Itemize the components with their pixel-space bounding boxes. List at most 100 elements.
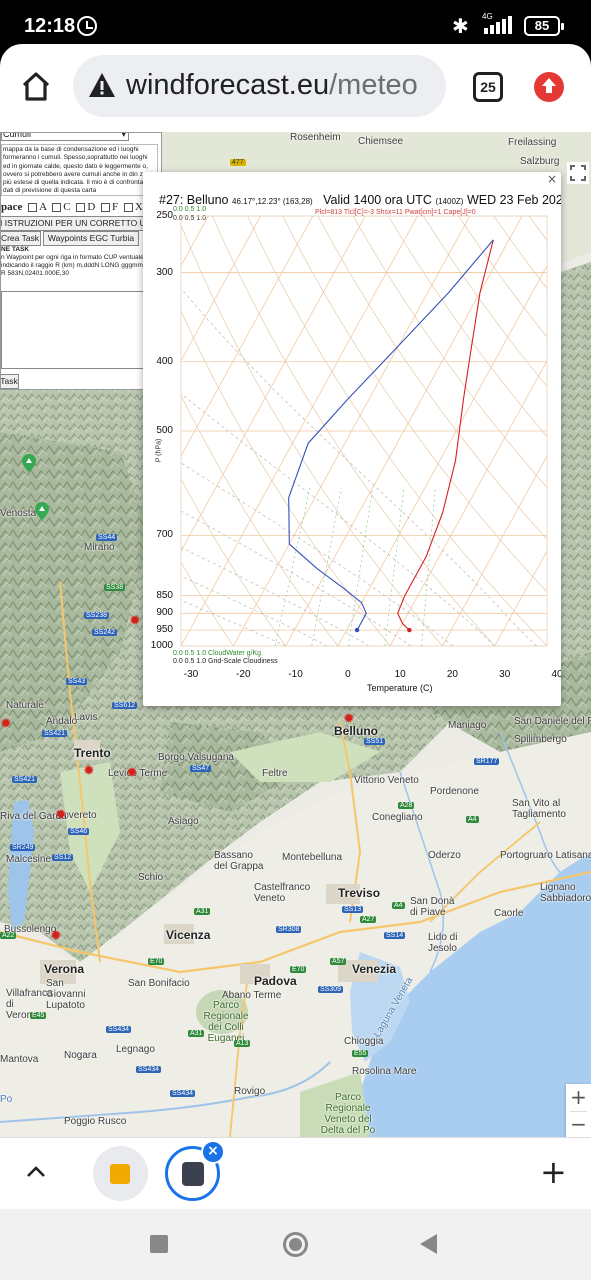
isotherm-line [546,645,547,646]
home-button[interactable] [16,66,56,106]
waypoints-textarea[interactable] [1,291,157,369]
active-tab-thumbnail[interactable]: × [165,1140,225,1201]
map-label: San Daniele del Friuli [514,716,591,727]
space-checkbox-x[interactable] [123,202,133,212]
map-label: Castelfranco Veneto [254,882,311,904]
pressure-tick-label: 500 [156,425,173,436]
map-view[interactable]: Rosenheim Chiemsee Freilassing Salzburg … [0,132,591,1137]
pressure-tick-label: 700 [156,529,173,541]
map-label: Chioggia [344,1036,384,1047]
fullscreen-button[interactable] [567,162,589,184]
update-available-icon[interactable] [534,72,564,102]
space-checkbox-f[interactable] [101,202,111,212]
map-label: Treviso [338,886,381,900]
sounding-popup: × #27: Belluno 46.17°,12.23° (163,28) Va… [143,172,561,706]
tab-group-bar: × + [0,1137,591,1209]
road-shield: SS51 [364,738,386,745]
map-label: Mirano [84,542,115,553]
sounding-marker[interactable]: ✹ [55,808,67,822]
space-checkbox-c[interactable] [52,202,62,212]
status-time: 12:18 [24,15,76,37]
map-label: Po [0,1094,13,1105]
space-label: pace [1,201,23,213]
mixing-ratio-line [347,487,374,646]
road-shield: A27 [360,916,377,923]
sounding-marker[interactable]: ✹ [343,712,355,726]
instructions-button[interactable]: I ISTRUZIONI PER UN CORRETTO USO [1,216,155,231]
road-shield: SR177 [474,758,500,765]
map-label: Maniago [448,720,487,731]
home-nav-button[interactable] [283,1232,308,1257]
pressure-tick-label: 950 [156,624,173,636]
recents-button[interactable] [150,1235,168,1253]
zoom-out-button[interactable]: − [566,1111,591,1137]
space-checkbox-a[interactable] [28,202,38,212]
sounding-marker[interactable]: ✹ [0,717,12,731]
create-task-button[interactable]: Crea Task [1,231,41,246]
map-label: Oderzo [428,850,461,861]
mixing-ratio-line [384,487,405,646]
map-label: Pordenone [430,786,479,797]
chevron-up-icon[interactable] [24,1160,48,1184]
tab-switcher-button[interactable]: 25 [473,72,503,102]
map-label: Asiago [168,816,199,827]
y-axis-label: P (hPa) [155,438,163,463]
road-shield: A22 [0,932,17,939]
map-label: Vicenza [166,928,211,942]
map-pin-icon[interactable] [35,502,49,520]
zoom-in-button[interactable]: + [566,1084,591,1111]
map-pin-icon[interactable] [22,454,36,472]
not-secure-warning-icon [89,73,115,97]
road-shield: SS14 [384,932,406,939]
pressure-tick-label: 250 [156,210,173,221]
back-button[interactable] [420,1234,437,1254]
road-shield: SS421 [42,730,68,737]
close-tab-icon[interactable]: × [201,1140,225,1164]
map-label: San Bonifacio [128,978,190,989]
space-checkbox-d[interactable] [76,202,86,212]
new-tab-button[interactable]: + [540,1156,567,1188]
skew-t-chart [180,215,548,647]
pressure-tick-label: 900 [156,607,173,619]
temperature-tick-label: -10 [288,669,303,680]
map-label: Rosenheim [290,132,341,143]
road-shield: E55 [352,1050,369,1057]
dewpoint-surface-point [354,627,360,633]
map-label: Lignano Sabbiadoro [540,882,591,904]
map-label: Lido di Jesolo [428,932,458,954]
sounding-marker[interactable]: ✹ [129,614,141,628]
pressure-tick-label: 1000 [150,640,173,651]
site-favicon-icon [182,1162,204,1186]
road-shield: A13 [234,1040,251,1047]
space-option-label: X [134,201,143,213]
road-shield: SS44 [96,534,118,541]
temperature-surface-point [407,627,412,633]
browser-toolbar: windforecast.eu/meteo 25 [0,44,591,132]
sounding-marker[interactable]: ✹ [83,764,95,778]
task-section-title: NE TASK [1,246,30,253]
map-label: Rovigo [234,1086,266,1097]
temperature-tick-label: 20 [446,669,458,680]
map-label: Andalo [46,716,78,727]
sounding-marker[interactable]: ✹ [50,929,62,943]
site-favicon-icon [110,1164,130,1184]
map-label: Schio [138,872,164,883]
signal-icon [478,16,518,34]
layer-select[interactable]: Cumuli [1,133,129,141]
map-label: Venezia [352,962,397,976]
sounding-marker[interactable]: ✹ [126,766,138,780]
home-icon [22,72,50,101]
bluetooth-icon: ✱ [452,14,469,38]
space-option-label: A [39,201,47,213]
map-label: Mantova [0,1054,39,1065]
address-bar[interactable]: windforecast.eu/meteo [73,55,446,117]
map-label: Feltre [262,768,288,779]
road-shield: SS12 [52,854,74,861]
phone-screen: 12:18 ✱ 4G 85 windforecast.eu/meteo 25 R… [0,0,591,1280]
map-label: Lavis [74,712,98,723]
tab-thumbnail[interactable] [93,1146,148,1201]
waypoints-button[interactable]: Waypoints EGC Turbia [43,231,139,246]
road-shield: A4 [392,902,405,909]
pressure-tick-label: 400 [156,355,173,367]
task-button[interactable]: Task [1,374,19,389]
